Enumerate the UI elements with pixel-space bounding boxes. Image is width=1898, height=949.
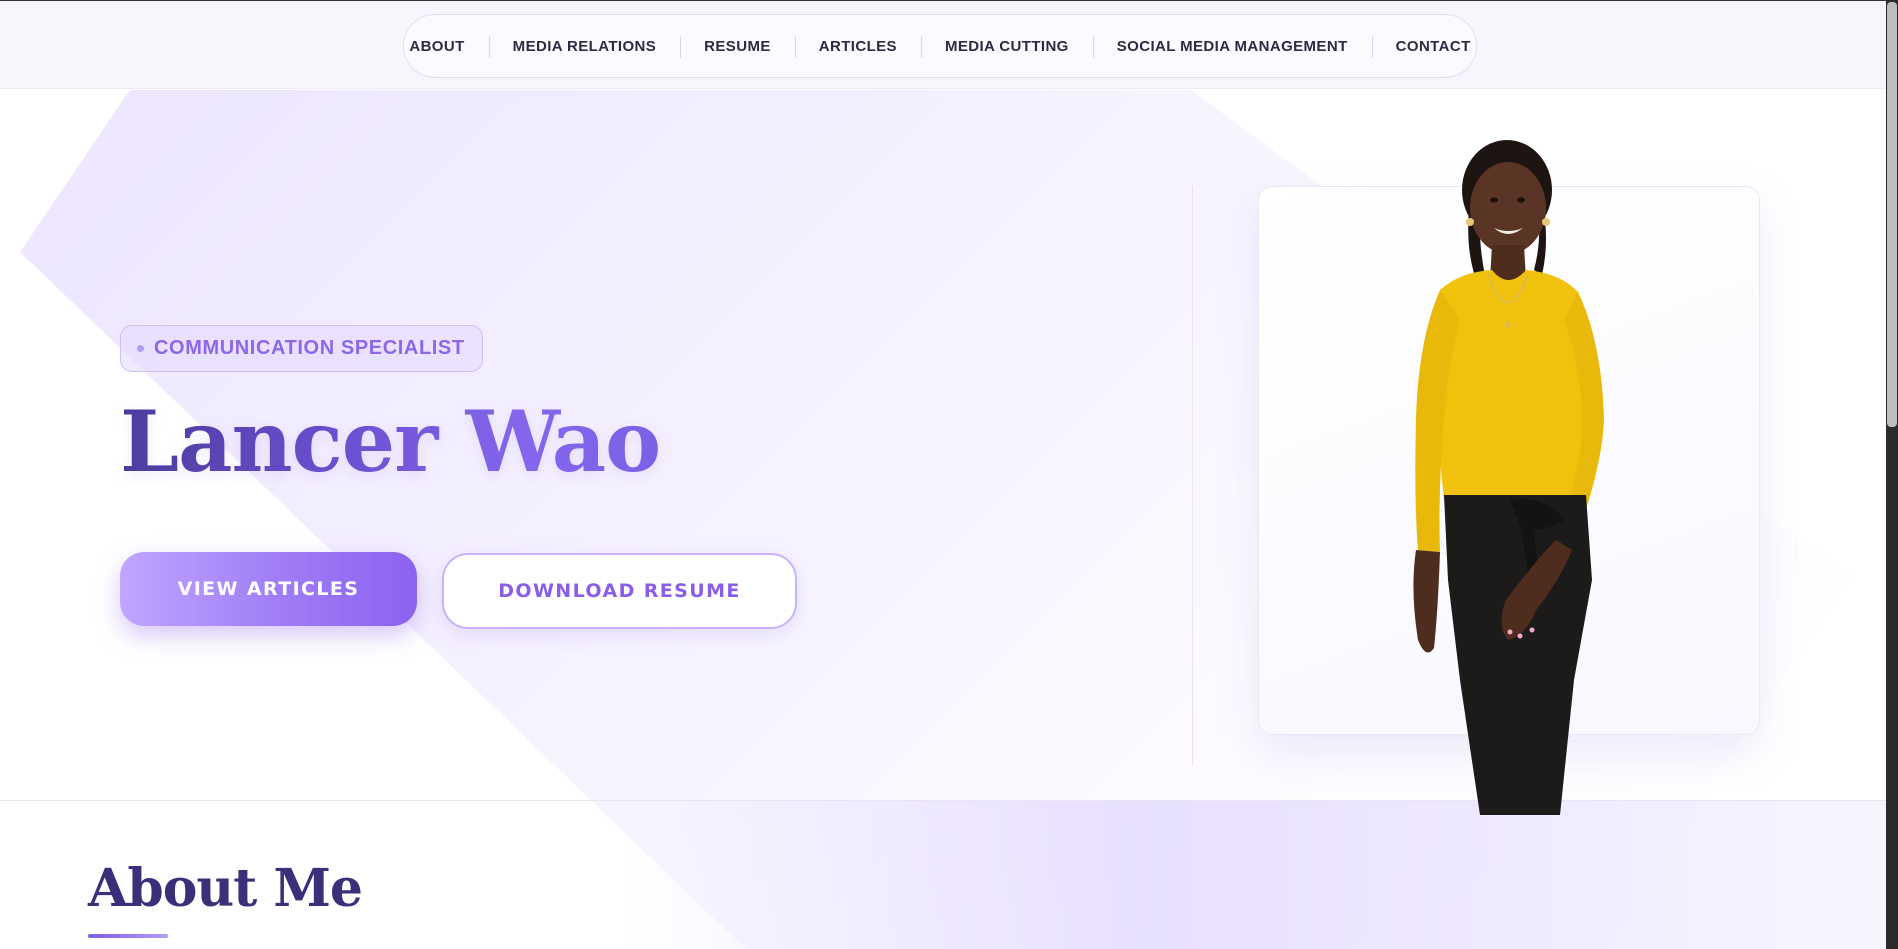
- download-resume-button[interactable]: DOWNLOAD RESUME: [442, 553, 797, 629]
- page-scrollbar[interactable]: [1886, 0, 1898, 949]
- nav-item-contact[interactable]: CONTACT: [1371, 35, 1495, 58]
- nav-item-media-cutting[interactable]: MEDIA CUTTING: [920, 35, 1093, 58]
- about-heading-underline: [88, 934, 168, 938]
- role-badge-text: COMMUNICATION SPECIALIST: [154, 337, 465, 359]
- dot-icon: [137, 345, 144, 352]
- nav-item-articles[interactable]: ARTICLES: [794, 35, 921, 58]
- nav-item-resume[interactable]: RESUME: [680, 35, 795, 58]
- portrait-photo: [1413, 140, 1604, 815]
- hero-title: Lancer Wao: [120, 392, 661, 491]
- nav-item-about[interactable]: ABOUT: [385, 38, 488, 55]
- background-band: [620, 800, 1898, 949]
- nav-item-media-relations[interactable]: MEDIA RELATIONS: [488, 35, 681, 58]
- view-articles-button[interactable]: VIEW ARTICLES: [120, 552, 417, 626]
- nav-item-social-media-management[interactable]: SOCIAL MEDIA MANAGEMENT: [1092, 35, 1372, 58]
- role-badge: COMMUNICATION SPECIALIST: [120, 325, 483, 372]
- scrollbar-thumb[interactable]: [1887, 2, 1897, 427]
- main-nav: ABOUT MEDIA RELATIONS RESUME ARTICLES ME…: [403, 14, 1477, 78]
- vertical-divider: [1192, 186, 1193, 766]
- about-heading: About Me: [88, 858, 363, 919]
- top-header: ABOUT MEDIA RELATIONS RESUME ARTICLES ME…: [0, 0, 1886, 89]
